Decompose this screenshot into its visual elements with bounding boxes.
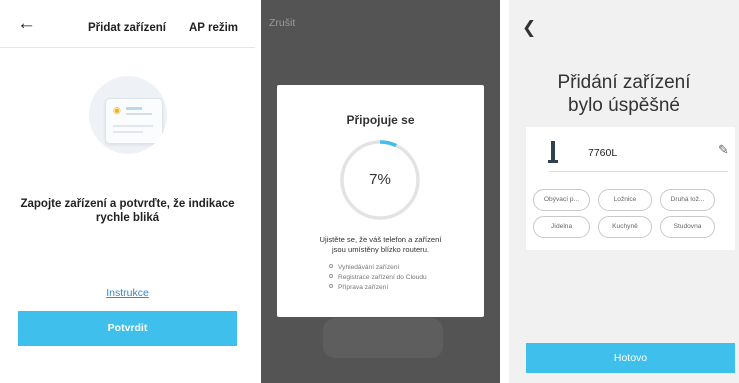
done-button[interactable]: Hotovo <box>526 343 735 373</box>
room-chip-kuchyne[interactable]: Kuchyně <box>598 216 652 238</box>
list-item: Vyhledávání zařízení <box>329 263 427 273</box>
dialog-title: Připojuje se <box>346 113 415 127</box>
room-chip-druha-loznice[interactable]: Druhá lož... <box>660 189 715 211</box>
room-chip-obyvaci[interactable]: Obývací p... <box>533 189 590 211</box>
proximity-info: Ujistěte se, že váš telefon a zařízení j… <box>277 235 484 255</box>
info-line-1: Ujistěte se, že váš telefon a zařízení <box>319 235 442 244</box>
header: ← Přidat zařízení AP režim <box>0 0 255 48</box>
success-heading: Přidání zařízení bylo úspěšné <box>557 72 691 116</box>
pencil-icon[interactable]: ✎ <box>718 142 729 158</box>
connecting-dialog: Připojuje se 7% Ujistěte se, že váš tele… <box>277 85 484 317</box>
list-item: Příprava zařízení <box>329 283 427 293</box>
room-chip-studovna[interactable]: Studovna <box>660 216 715 238</box>
progress-percent: 7% <box>369 171 391 188</box>
divider <box>549 171 728 172</box>
page-title: Přidat zařízení <box>88 22 166 34</box>
add-device-screen: ← Přidat zařízení AP režim ◉ Zapojte zař… <box>0 0 255 383</box>
tower-fan-icon <box>548 141 558 163</box>
ap-mode-button[interactable]: AP režim <box>189 22 238 34</box>
chevron-left-icon[interactable]: ❮ <box>522 19 536 36</box>
success-screen: ❮ Přidání zařízení bylo úspěšné 7760L ✎ … <box>509 0 739 383</box>
room-chip-loznice[interactable]: Ložnice <box>598 189 652 211</box>
connecting-screen: Zrušit Připojuje se 7% Ujistěte se, že v… <box>261 0 500 383</box>
circle-icon <box>329 264 333 268</box>
device-name: 7760L <box>588 147 618 159</box>
instructions-link[interactable]: Instrukce <box>0 287 255 299</box>
info-line-2: jsou umístěny blízko routeru. <box>331 245 430 254</box>
room-chip-jidelna[interactable]: Jídelna <box>533 216 590 238</box>
circle-icon <box>329 284 333 288</box>
instruction-text: Zapojte zařízení a potvrďte, že indikace… <box>20 198 235 224</box>
list-item: Registrace zařízení do Cloudu <box>329 273 427 283</box>
step-list: Vyhledávání zařízení Registrace zařízení… <box>329 263 427 293</box>
device-wifi-illustration-icon: ◉ <box>89 76 167 154</box>
circle-icon <box>329 274 333 278</box>
arrow-left-icon[interactable]: ← <box>17 14 36 33</box>
cancel-button[interactable]: Zrušit <box>269 17 295 29</box>
confirm-button[interactable]: Potvrdit <box>18 311 237 346</box>
device-card: 7760L ✎ Obývací p... Ložnice Druhá lož..… <box>526 127 735 250</box>
background-button-shadow <box>323 318 443 358</box>
